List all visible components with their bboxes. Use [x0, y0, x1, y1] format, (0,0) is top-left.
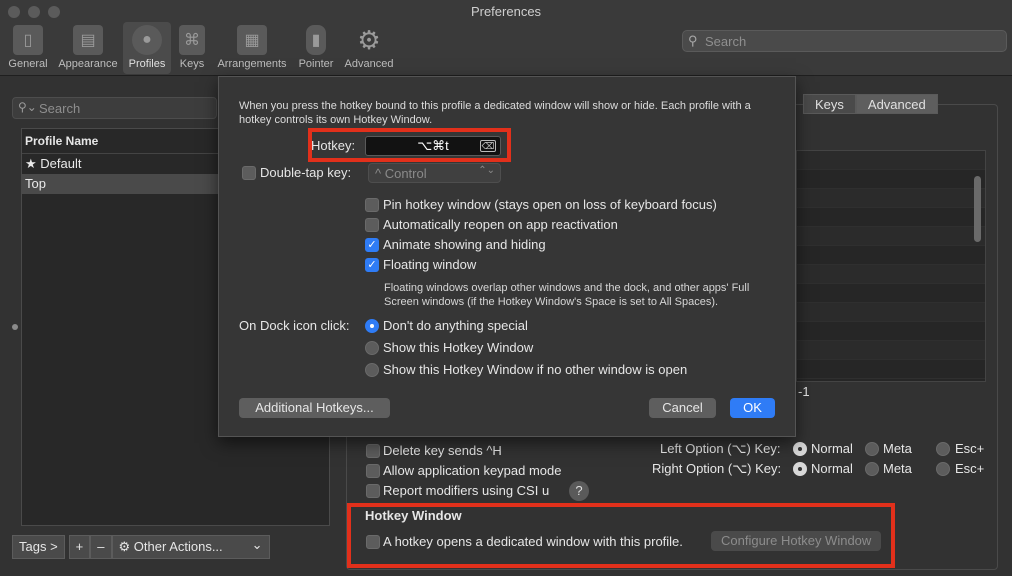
profile-tabs: Keys Advanced — [803, 94, 938, 114]
right-option-meta-label: Meta — [883, 461, 912, 476]
profile-name: Top — [25, 176, 46, 191]
toolbar-arrangements-label: Arrangements — [217, 58, 287, 70]
toolbar-arrangements[interactable]: ▦ Arrangements — [213, 22, 291, 74]
keys-command-icon: ⌘ — [179, 25, 205, 55]
dock-option-show-if-none-radio[interactable] — [365, 363, 379, 377]
animate-checkbox[interactable]: ✓ — [365, 238, 379, 252]
pin-hotkey-window-checkbox[interactable] — [365, 198, 379, 212]
search-icon: ⚲ — [688, 33, 698, 48]
toolbar-general-label: General — [8, 58, 48, 70]
toolbar-profiles[interactable]: ● Profiles — [123, 22, 171, 74]
report-modifiers-label: Report modifiers using CSI u — [383, 483, 550, 498]
left-option-normal-radio[interactable] — [793, 442, 807, 456]
right-option-meta-radio[interactable] — [865, 462, 879, 476]
arrangements-icon: ▦ — [237, 25, 267, 55]
keypad-mode-checkbox[interactable] — [366, 464, 380, 478]
animate-label: Animate showing and hiding — [383, 237, 546, 252]
toolbar-advanced-label: Advanced — [344, 58, 394, 70]
toolbar-general[interactable]: ▯ General — [4, 22, 52, 74]
double-tap-key-value: ^ Control — [375, 166, 427, 181]
partial-mapping-text: -1 — [798, 384, 810, 399]
profile-search-input[interactable]: ⚲⌄ Search — [12, 97, 217, 119]
auto-reopen-checkbox[interactable] — [365, 218, 379, 232]
key-mappings-table — [796, 150, 986, 382]
left-option-meta-radio[interactable] — [865, 442, 879, 456]
double-tap-label: Double-tap key: — [260, 165, 352, 180]
mouse-pointer-icon: ▮ — [306, 25, 326, 55]
left-option-normal-label: Normal — [811, 441, 853, 456]
other-actions-menu[interactable]: ⚙ Other Actions... ⌄ — [111, 535, 270, 559]
delete-key-checkbox[interactable] — [366, 444, 380, 458]
floating-window-note: Floating windows overlap other windows a… — [384, 282, 750, 308]
gear-icon: ⚙ — [118, 539, 131, 554]
dock-click-label: On Dock icon click: — [239, 318, 350, 333]
tab-keys[interactable]: Keys — [803, 94, 856, 114]
toolbar-pointer-label: Pointer — [298, 58, 334, 70]
toolbar-keys[interactable]: ⌘ Keys — [174, 22, 210, 74]
profile-name: Default — [40, 156, 82, 171]
right-option-label: Right Option (⌥) Key: — [652, 461, 782, 476]
hotkey-window-sheet: When you press the hotkey bound to this … — [218, 76, 796, 437]
split-resize-handle[interactable] — [12, 324, 18, 330]
window-title: Preferences — [470, 4, 542, 19]
left-option-meta-label: Meta — [883, 441, 912, 456]
default-star-icon: ★ — [25, 156, 37, 171]
search-placeholder: Search — [705, 34, 747, 49]
dock-option-nothing-label: Don't do anything special — [383, 318, 528, 333]
toolbar-keys-label: Keys — [179, 58, 205, 70]
appearance-icon: ▤ — [73, 25, 103, 55]
chevron-updown-icon: ⌃⌄ — [478, 165, 495, 176]
help-button[interactable]: ? — [569, 481, 589, 501]
toolbar-appearance[interactable]: ▤ Appearance — [54, 22, 122, 74]
dock-option-show-radio[interactable] — [365, 341, 379, 355]
dock-option-nothing-radio[interactable] — [365, 319, 379, 333]
right-option-esc-label: Esc+ — [955, 461, 985, 476]
dock-option-show-label: Show this Hotkey Window — [383, 340, 534, 355]
title-bar: Preferences ▯ General ▤ Appearance ● Pro… — [0, 0, 1012, 76]
tags-button[interactable]: Tags > — [12, 535, 65, 559]
double-tap-key-select[interactable]: ^ Control ⌃⌄ — [368, 163, 501, 183]
keypad-mode-label: Allow application keypad mode — [383, 463, 562, 478]
toolbar-profiles-label: Profiles — [128, 58, 166, 70]
right-option-esc-radio[interactable] — [936, 462, 950, 476]
left-option-esc-label: Esc+ — [955, 441, 985, 456]
auto-reopen-label: Automatically reopen on app reactivation — [383, 217, 618, 232]
preferences-search-input[interactable]: ⚲ Search — [682, 30, 1007, 52]
other-actions-label: Other Actions... — [133, 539, 223, 554]
table-scrollbar[interactable] — [974, 176, 981, 242]
additional-hotkeys-button[interactable]: Additional Hotkeys... — [239, 398, 390, 418]
ok-button[interactable]: OK — [730, 398, 775, 418]
left-option-label: Left Option (⌥) Key: — [660, 441, 781, 456]
add-profile-button[interactable]: + — [68, 535, 91, 559]
chevron-down-icon: ⌄ — [251, 537, 263, 552]
floating-window-label: Floating window — [383, 257, 477, 272]
pin-hotkey-window-label: Pin hotkey window (stays open on loss of… — [383, 197, 717, 212]
search-icon: ⚲⌄ — [18, 100, 37, 114]
cancel-button[interactable]: Cancel — [649, 398, 716, 418]
highlight-hotkey-window-section — [347, 503, 895, 568]
floating-window-checkbox[interactable]: ✓ — [365, 258, 379, 272]
right-option-normal-label: Normal — [811, 461, 853, 476]
profile-actions-bar: Tags > + – ⚙ Other Actions... ⌄ — [12, 535, 270, 559]
toolbar-appearance-label: Appearance — [58, 58, 118, 70]
profile-search-placeholder: Search — [39, 101, 81, 116]
left-option-esc-radio[interactable] — [936, 442, 950, 456]
toolbar-advanced[interactable]: ⚙ Advanced — [341, 22, 397, 74]
profiles-person-icon: ● — [132, 25, 162, 55]
tab-advanced[interactable]: Advanced — [855, 94, 938, 114]
delete-key-label: Delete key sends ^H — [383, 443, 502, 458]
report-modifiers-checkbox[interactable] — [366, 484, 380, 498]
double-tap-checkbox[interactable] — [242, 166, 256, 180]
highlight-hotkey-field — [308, 128, 511, 162]
sheet-intro-text: When you press the hotkey bound to this … — [239, 100, 751, 126]
toolbar-pointer[interactable]: ▮ Pointer — [294, 22, 338, 74]
general-switch-icon: ▯ — [13, 25, 43, 55]
dock-option-show-if-none-label: Show this Hotkey Window if no other wind… — [383, 362, 688, 377]
right-option-normal-radio[interactable] — [793, 462, 807, 476]
gear-icon: ⚙ — [357, 24, 381, 55]
remove-profile-button[interactable]: – — [90, 535, 112, 559]
